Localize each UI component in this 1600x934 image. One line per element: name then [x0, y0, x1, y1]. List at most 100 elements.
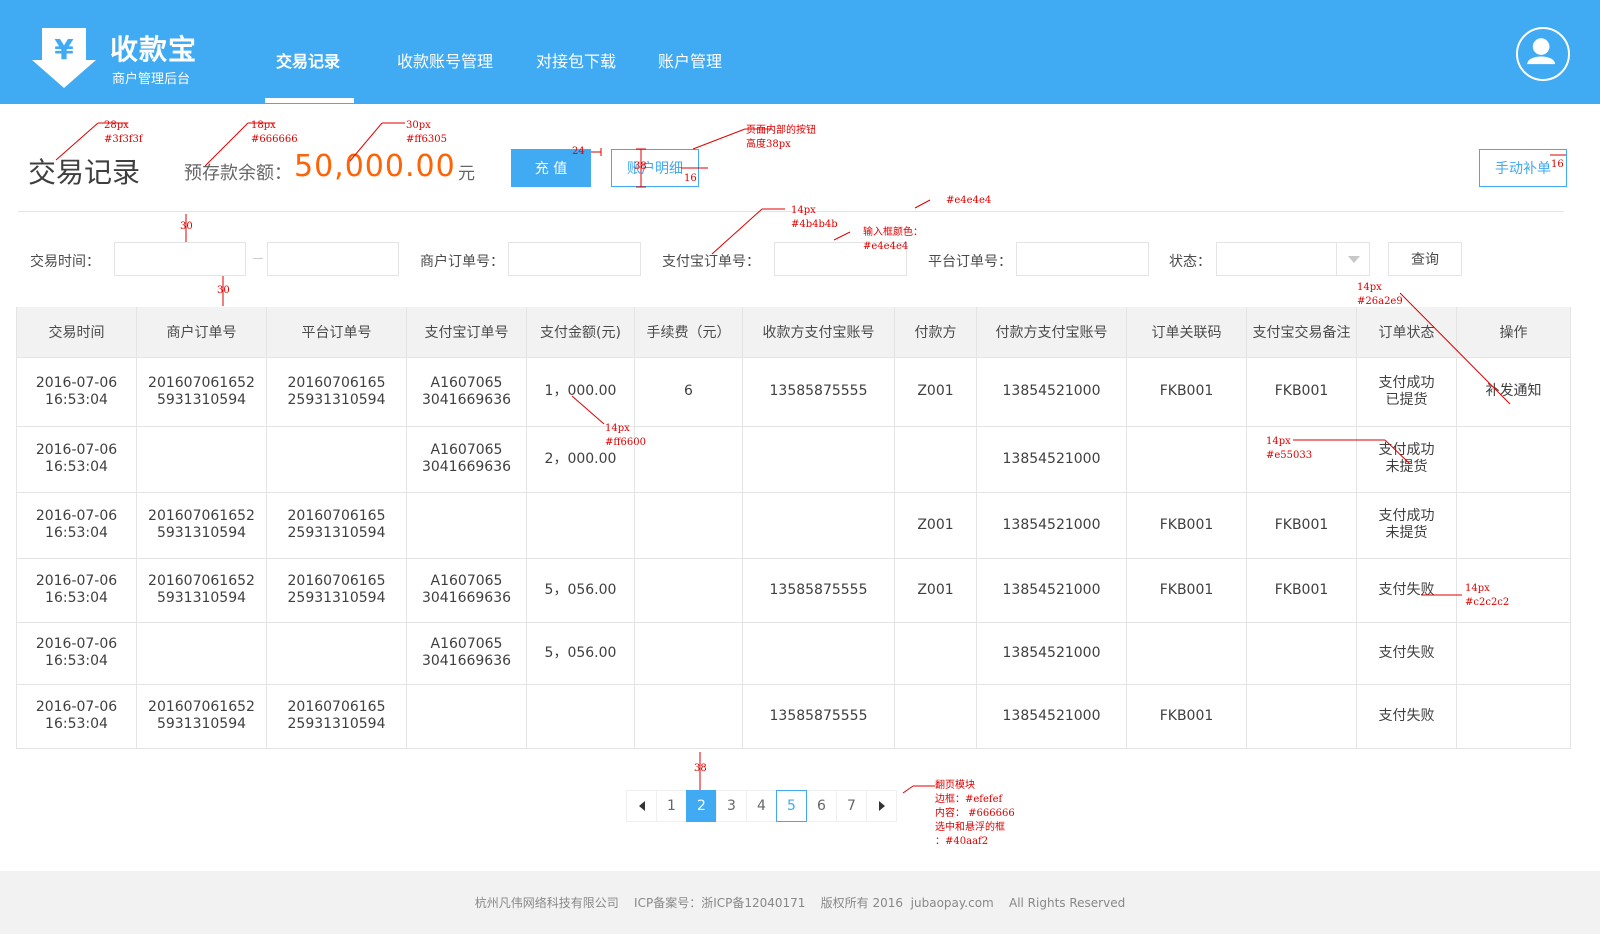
cell-action [1456, 621, 1571, 685]
annotation: 30px #ff6305 [406, 120, 447, 145]
cell-payer-account: 13854521000 [976, 683, 1127, 749]
cell-fee: 6 [634, 356, 743, 427]
col-header-amount: 支付金额(元) [526, 307, 635, 357]
table-row: 2016-07-06 16:53:04 A1607065 3041669636 … [16, 425, 1571, 493]
user-avatar-button[interactable] [1516, 27, 1570, 81]
cell-time: 2016-07-06 16:53:04 [16, 356, 137, 427]
yuan-download-logo-icon: ¥ [32, 28, 96, 88]
cell-platform-order: 20160706165 25931310594 [266, 491, 407, 559]
balance-value: 50,000.00 [294, 149, 456, 184]
cell-merchant-order: 201607061652 5931310594 [136, 356, 267, 427]
cell-order-code [1126, 425, 1247, 493]
cell-payer: Z001 [894, 356, 977, 427]
time-start-input[interactable] [114, 242, 246, 276]
transaction-table: 交易时间 商户订单号 平台订单号 支付宝订单号 支付金额(元) 手续费（元） 收… [16, 307, 1571, 749]
time-end-input[interactable] [267, 242, 399, 276]
user-icon [1527, 38, 1556, 65]
cell-time: 2016-07-06 16:53:04 [16, 683, 137, 749]
nav-account-management[interactable]: 账户管理 [658, 48, 722, 72]
cell-amount: 5，056.00 [526, 621, 635, 685]
annotation: 30 [217, 285, 230, 296]
page-button[interactable]: 3 [716, 790, 747, 822]
col-header-merchant-order: 商户订单号 [136, 307, 267, 357]
cell-remark: FKB001 [1246, 557, 1357, 623]
cell-order-code: FKB001 [1126, 557, 1247, 623]
cell-merchant-order: 201607061652 5931310594 [136, 491, 267, 559]
col-header-remark: 支付宝交易备注 [1246, 307, 1357, 357]
page-button[interactable]: 6 [806, 790, 837, 822]
table-row: 2016-07-06 16:53:04 A1607065 3041669636 … [16, 621, 1571, 685]
cell-alipay-order [406, 683, 527, 749]
cell-status: 支付失败 [1356, 621, 1457, 685]
col-header-platform-order: 平台订单号 [266, 307, 407, 357]
brand-subtitle: 商户管理后台 [112, 72, 191, 87]
annotation: 30 [180, 221, 193, 232]
brand-name: 收款宝 [110, 33, 198, 66]
nav-transactions[interactable]: 交易记录 [276, 48, 340, 72]
svg-text:¥: ¥ [54, 33, 74, 66]
cell-merchant-order [136, 425, 267, 493]
cell-action [1456, 425, 1571, 493]
table-row: 2016-07-06 16:53:04 201607061652 5931310… [16, 557, 1571, 623]
annotation: 16 [684, 173, 697, 184]
merchant-order-input[interactable] [508, 242, 641, 276]
filter-time-label: 交易时间： [30, 254, 100, 270]
cell-fee [634, 621, 743, 685]
cell-alipay-order [406, 491, 527, 559]
annotation: 翻页模块 边框：#efefef 内容： #666666 选中和悬浮的框 ：#40… [935, 780, 1015, 847]
cell-fee [634, 557, 743, 623]
cell-remark [1246, 621, 1357, 685]
annotation: 38 [634, 161, 647, 172]
balance-label: 预存款余额： [184, 163, 292, 184]
col-header-time: 交易时间 [16, 307, 137, 357]
resend-notify-link[interactable]: 补发通知 [1456, 356, 1571, 427]
cell-payee-account [742, 621, 895, 685]
cell-payee-account: 13585875555 [742, 557, 895, 623]
col-header-order-code: 订单关联码 [1126, 307, 1247, 357]
prev-page-button[interactable] [626, 790, 657, 822]
nav-receiving-accounts[interactable]: 收款账号管理 [397, 48, 493, 72]
cell-status: 支付失败 [1356, 683, 1457, 749]
cell-remark: FKB001 [1246, 491, 1357, 559]
footer-text: 杭州凡伟网络科技有限公司 ICP备案号：浙ICP备12040171 版权所有 2… [474, 896, 1126, 910]
page-button-current[interactable]: 2 [686, 790, 717, 822]
query-button[interactable]: 查询 [1388, 242, 1462, 276]
cell-amount: 5，056.00 [526, 557, 635, 623]
cell-payer: Z001 [894, 491, 977, 559]
page-button[interactable]: 4 [746, 790, 777, 822]
page-button[interactable]: 1 [656, 790, 687, 822]
cell-remark: FKB001 [1246, 356, 1357, 427]
col-header-payee-account: 收款方支付宝账号 [742, 307, 895, 357]
col-header-fee: 手续费（元） [634, 307, 743, 357]
page-button-hover[interactable]: 5 [776, 790, 807, 822]
filter-alipay-label: 支付宝订单号： [662, 254, 760, 270]
cell-platform-order: 20160706165 25931310594 [266, 557, 407, 623]
page-button[interactable]: 7 [836, 790, 867, 822]
annotation: 14px #e55033 [1266, 436, 1313, 461]
chevron-down-icon[interactable] [1336, 242, 1370, 276]
annotation: #e4e4e4 [946, 195, 992, 206]
annotation: 页面内部的按钮 高度38px [746, 125, 816, 150]
table-row: 2016-07-06 16:53:04 201607061652 5931310… [16, 683, 1571, 749]
cell-time: 2016-07-06 16:53:04 [16, 491, 137, 559]
platform-order-input[interactable] [1016, 242, 1149, 276]
next-page-button[interactable] [866, 790, 897, 822]
cell-platform-order [266, 425, 407, 493]
top-header: ¥ 收款宝 商户管理后台 交易记录 收款账号管理 对接包下载 账户管理 [0, 0, 1600, 104]
cell-time: 2016-07-06 16:53:04 [16, 557, 137, 623]
annotation: 14px #26a2e9 [1357, 282, 1403, 307]
col-header-alipay-order: 支付宝订单号 [406, 307, 527, 357]
annotation: 输入框颜色： #e4e4e4 [863, 227, 923, 252]
cell-order-code [1126, 621, 1247, 685]
cell-time: 2016-07-06 16:53:04 [16, 425, 137, 493]
cell-status: 支付成功 未提货 [1356, 491, 1457, 559]
cell-payer: Z001 [894, 557, 977, 623]
balance-unit: 元 [458, 164, 475, 184]
filter-status-label: 状态： [1169, 254, 1211, 270]
nav-sdk-download[interactable]: 对接包下载 [536, 48, 616, 72]
footer: 杭州凡伟网络科技有限公司 ICP备案号：浙ICP备12040171 版权所有 2… [0, 871, 1600, 934]
nav-active-indicator [265, 98, 354, 103]
cell-amount: 1，000.00 [526, 356, 635, 427]
annotation: 18px #666666 [251, 120, 298, 145]
cell-platform-order: 20160706165 25931310594 [266, 683, 407, 749]
